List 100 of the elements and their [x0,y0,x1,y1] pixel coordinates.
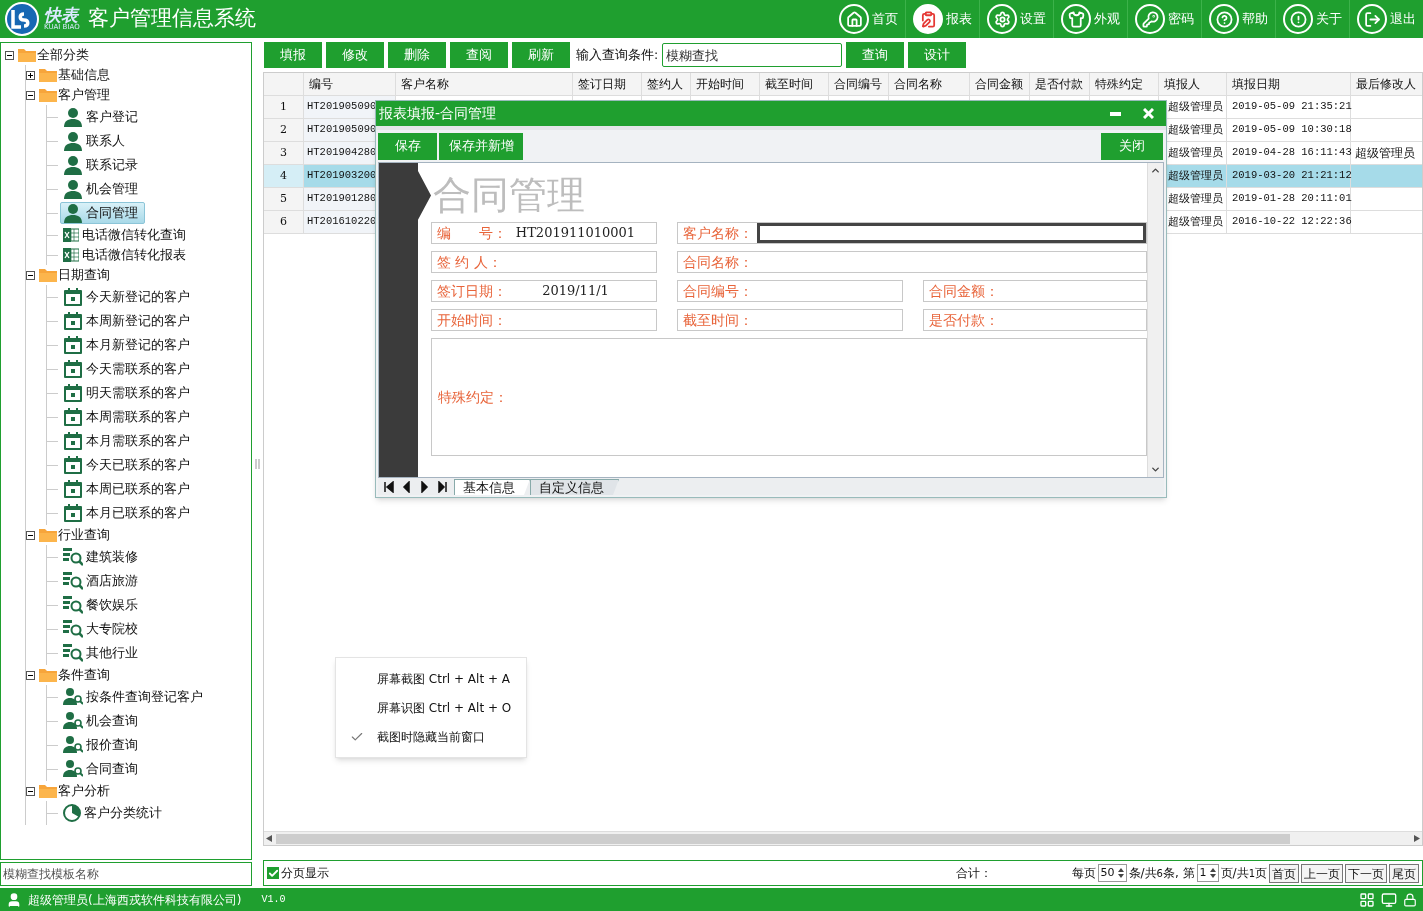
tree-item[interactable]: 报价查询 [60,734,145,756]
form-tab[interactable]: 基本信息 [454,479,530,495]
tree-item[interactable]: 基础信息 [58,65,110,85]
lock-icon[interactable] [1403,892,1417,907]
column-header[interactable]: 签订日期 [573,73,642,95]
person-search-icon [63,688,83,706]
tree-item[interactable]: 大专院校 [60,618,145,640]
tree-item[interactable]: 联系记录 [60,154,145,176]
tree-item[interactable]: 本月新登记的客户 [60,334,197,356]
tree-item[interactable]: 今天需联系的客户 [60,358,197,380]
column-header[interactable]: 合同名称 [889,73,970,95]
page-count: 1 [1248,866,1255,881]
tree-item[interactable]: 合同管理 [60,202,145,224]
monitor-icon[interactable] [1381,891,1397,908]
table-cell: 2019-05-09 21:35:21 [1227,96,1351,118]
column-header[interactable]: 最后修改人 [1351,73,1423,95]
tree-item[interactable]: 机会管理 [60,178,145,200]
scroll-left-icon[interactable] [266,835,272,842]
tree-item[interactable]: 日期查询 [58,265,110,285]
tree-item[interactable]: 客户管理 [58,85,110,105]
vertical-scrollbar[interactable] [1147,163,1163,477]
column-header[interactable]: 合同编号 [829,73,889,95]
column-header[interactable]: 特殊约定 [1090,73,1159,95]
tree-item[interactable]: 客户分析 [58,781,110,801]
template-search-field[interactable]: 模糊查找模板名称 [0,862,252,886]
column-header[interactable]: 编号 [304,73,396,95]
column-header[interactable]: 开始时间 [691,73,760,95]
form-field[interactable]: 是否付款： [923,309,1147,331]
pager-button[interactable]: 上一页 [1301,863,1343,883]
page-spinner[interactable]: 1 [1196,864,1219,882]
collapse-toggle[interactable] [26,90,35,100]
tree-item[interactable]: 合同查询 [60,758,145,780]
collapse-toggle[interactable] [5,50,14,60]
tree-item[interactable]: 客户分类统计 [60,802,169,824]
total-label: 合计： [955,865,992,882]
tree-item[interactable]: 电话微信转化报表 [60,244,193,266]
spinner-arrows-icon[interactable] [1209,867,1216,879]
tree-item[interactable]: 今天已联系的客户 [60,454,197,476]
column-header[interactable]: 填报人 [1159,73,1227,95]
menu-item[interactable]: 屏幕截图 Ctrl + Alt + A [336,668,526,689]
expand-toggle[interactable] [26,70,35,80]
collapse-toggle[interactable] [26,530,35,540]
grid-icon[interactable] [1359,891,1375,908]
form-tab[interactable]: 自定义信息 [530,479,619,495]
tree-item[interactable]: 酒店旅游 [60,570,145,592]
column-header[interactable]: 签约人 [642,73,691,95]
tree-item[interactable]: 条件查询 [58,665,110,685]
form-field[interactable]: 签 约 人： [431,251,657,273]
tree-item[interactable]: 全部分类 [37,45,89,65]
tree-item[interactable]: 按条件查询登记客户 [60,686,210,708]
pager-button[interactable]: 下一页 [1345,863,1387,883]
tree-item[interactable]: 行业查询 [58,525,110,545]
menu-item[interactable]: 屏幕识图 Ctrl + Alt + O [336,697,526,718]
tree-item[interactable]: 本周需联系的客户 [60,406,197,428]
pager-button[interactable]: 尾页 [1389,863,1419,883]
tree-item[interactable]: 本周已联系的客户 [60,478,197,500]
tree-item[interactable]: 建筑装修 [60,546,145,568]
tree-item[interactable]: 本月需联系的客户 [60,430,197,452]
shirt-icon [1067,10,1085,28]
tree-item[interactable]: 机会查询 [60,710,145,732]
per-page-spinner[interactable]: 50 [1097,864,1127,882]
column-header[interactable]: 客户名称 [396,73,573,95]
column-header[interactable]: 截至时间 [760,73,829,95]
tree-item[interactable]: 今天新登记的客户 [60,286,197,308]
scroll-right-icon[interactable] [1414,835,1420,842]
scroll-up-icon[interactable] [1150,165,1161,176]
tree-item[interactable]: 电话微信转化查询 [60,224,193,246]
column-header[interactable]: 填报日期 [1227,73,1351,95]
tree-item[interactable]: 其他行业 [60,642,145,664]
collapse-toggle[interactable] [26,786,35,796]
column-header[interactable]: 合同金额 [970,73,1030,95]
list-search-icon [63,596,83,614]
close-icon[interactable] [1143,108,1154,119]
tree-item[interactable]: 餐饮娱乐 [60,594,145,616]
collapse-toggle[interactable] [26,270,35,280]
folder-icon [39,784,57,798]
collapse-toggle[interactable] [26,670,35,680]
horizontal-scrollbar[interactable] [264,831,1422,845]
pager-button[interactable]: 首页 [1269,863,1299,883]
query-field[interactable]: 模糊查找 [662,43,843,67]
calendar-icon [63,288,83,306]
column-header[interactable]: 是否付款 [1030,73,1090,95]
person-icon [63,179,83,199]
paging-checkbox[interactable] [267,867,279,879]
count-suffix: 条, 第 [1162,865,1195,882]
tree-item[interactable]: 联系人 [60,130,132,152]
form-field[interactable]: 编 号： HT201911010001 [431,222,657,244]
minimize-icon[interactable] [1110,111,1121,116]
tree-item[interactable]: 本月已联系的客户 [60,502,197,524]
logo-icon [4,2,40,36]
spinner-arrows-icon[interactable] [1117,867,1124,879]
row-number: 1 [264,96,304,118]
scroll-down-icon[interactable] [1150,464,1161,475]
tree-item[interactable]: 客户登记 [60,106,145,128]
per-page-label: 每页 [1071,865,1096,882]
tree-item[interactable]: 明天需联系的客户 [60,382,197,404]
tree-item[interactable]: 本周新登记的客户 [60,310,197,332]
menu-item[interactable]: 截图时隐藏当前窗口 [336,726,526,747]
form-field[interactable]: 签订日期： 2019/11/1 [431,280,657,302]
splitter-grip-icon[interactable] [255,459,260,469]
